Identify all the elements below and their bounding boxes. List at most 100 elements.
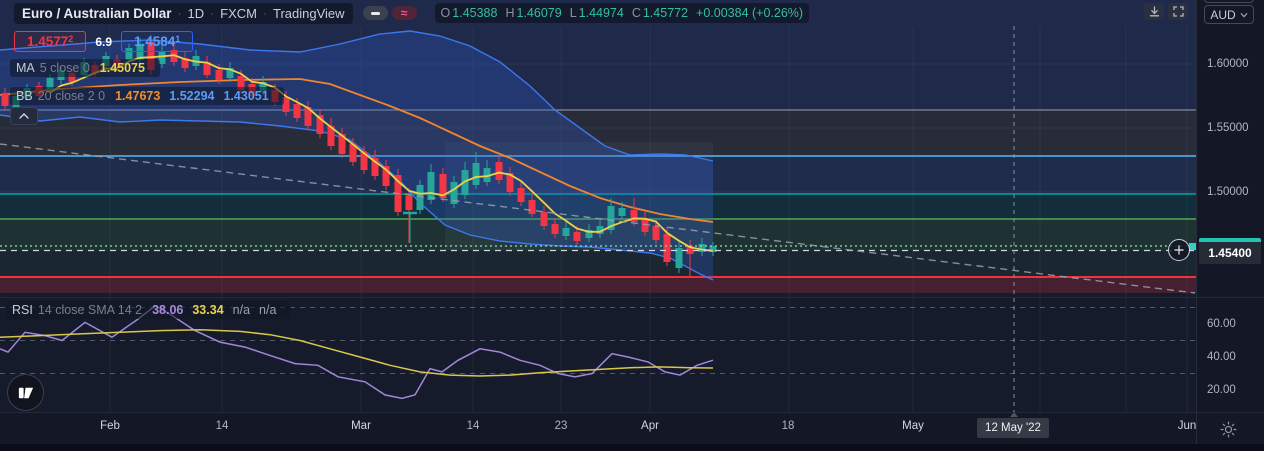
price-tick: 1.55000 [1207,122,1249,134]
ohlc-readout: O 1.45388 H 1.46079 L 1.44974 C 1.45772 +0.0… [434,3,810,23]
ma-params: 5 close 0 [39,61,90,75]
price-zone [0,110,1196,156]
chevron-up-icon [19,113,29,119]
time-tick: 18 [781,420,795,432]
price-zone [0,193,1196,219]
time-tick: Jun [1177,420,1197,432]
wave-toggle-button[interactable]: ≈ [391,6,417,20]
toggle-pill-button[interactable] [362,6,388,20]
line-handle[interactable] [1189,243,1196,250]
high-label: H [505,6,515,20]
chevron-down-icon [1240,12,1248,18]
rsi-params: 14 close SMA 14 2 [37,303,143,317]
rsi-indicator-row[interactable]: RSI 14 close SMA 14 2 38.06 33.34 n/a n/… [6,301,292,319]
bb-lower-line [0,114,714,281]
sell-price-button[interactable]: 1.4577 2 [14,31,87,52]
add-order-plus-button[interactable] [1168,239,1190,261]
trendline [0,143,1196,294]
bb-indicator-row[interactable]: BB 20 close 2 0 1.47673 1.52294 1.43051 [10,87,284,105]
exchange-label[interactable]: FXCM [220,6,257,21]
download-button[interactable] [1144,3,1164,20]
open-value: 1.45388 [452,6,498,20]
bid-sup-digit: 2 [68,34,74,44]
change-readout: +0.00384 (+0.26%) [696,6,804,20]
separator-dot: · [210,6,215,20]
brand-label: TradingView [273,5,345,21]
time-axis[interactable]: Feb 14 Mar 14 23 Apr 18 May 12 May '22 Jun [0,412,1196,444]
crosshair-date-label: 12 May '22 [977,418,1049,438]
separator-dot: · [177,6,182,20]
currency-label: AUD [1210,7,1236,22]
chart-header: Euro / Australian Dollar · 1D · FXCM · T… [0,0,810,26]
bid-value: 1.4577 [27,34,69,49]
time-tick: 23 [554,420,568,432]
close-label: C [631,6,641,20]
tradingview-chart-window: Euro / Australian Dollar · 1D · FXCM · T… [0,0,1264,451]
rsi-sma-line [0,329,714,377]
ask-value: 1.4584 [134,34,176,49]
spread-value: 6.9 [95,34,112,49]
price-tick: 1.60000 [1207,58,1249,70]
separator-dot: · [263,6,267,20]
open-label: O [440,6,451,20]
time-tick: May [902,420,924,432]
bb-basis-value: 1.47673 [115,89,161,103]
rsi-indicator-label[interactable]: RSI [12,303,33,317]
fullscreen-button[interactable] [1168,3,1188,20]
time-tick: Mar [351,420,371,432]
low-label: L [569,6,577,20]
chart-area[interactable]: Euro / Australian Dollar · 1D · FXCM · T… [0,0,1196,412]
plus-icon [1174,245,1184,255]
rsi-line [0,305,714,400]
rsi-tick: 40.00 [1207,351,1236,363]
axis-divider [0,412,1264,413]
bb-indicator-label[interactable]: BB [16,89,33,103]
symbol-header-group: Euro / Australian Dollar · 1D · FXCM · T… [14,2,353,24]
currency-selector-button[interactable]: AUD [1204,5,1254,24]
rsi-sma-value: 33.34 [192,303,224,317]
partial-button [1204,0,1254,3]
rsi-na-value: n/a [232,303,251,317]
interval-label[interactable]: 1D [188,6,205,21]
quote-row: 1.4577 2 6.9 1.4584 1 [14,31,194,52]
time-tick: 14 [466,420,480,432]
tradingview-logo[interactable] [7,374,44,411]
price-tick: 1.50000 [1207,186,1249,198]
rsi-tick: 20.00 [1207,384,1236,396]
time-tick: Feb [100,420,120,432]
fullscreen-icon [1172,6,1184,17]
high-value: 1.46079 [516,6,562,20]
rsi-value: 38.06 [152,303,184,317]
bb-lower-value: 1.43051 [223,89,269,103]
buy-price-button[interactable]: 1.4584 1 [121,31,194,52]
ask-sup-digit: 1 [175,34,181,44]
bb-params: 20 close 2 0 [37,89,106,103]
minus-icon [370,11,380,15]
collapse-indicators-button[interactable] [10,107,38,125]
ma-indicator-label[interactable]: MA [16,61,35,75]
ma-value: 1.45075 [99,61,145,75]
last-price-value: 1.45400 [1208,245,1252,260]
price-chart-canvas [0,0,1196,412]
tv-logo-icon [18,387,34,399]
price-zone [0,250,1196,278]
price-axis[interactable]: AUD 1.60000 1.55000 1.50000 60.00 40.00 20.00… [1196,0,1264,444]
price-zone [0,155,1196,194]
wave-icon: ≈ [400,6,408,20]
bottom-strip [0,444,1264,451]
time-tick: Apr [641,420,659,432]
low-value: 1.44974 [578,6,624,20]
symbol-title[interactable]: Euro / Australian Dollar [22,6,172,21]
ma-indicator-row[interactable]: MA 5 close 0 1.45075 [10,59,160,77]
last-price-label: 1.45400 [1199,237,1261,264]
price-zone [0,218,1196,251]
bb-upper-value: 1.52294 [169,89,215,103]
rsi-na-value-2: n/a [259,303,277,317]
drawn-box [445,142,713,251]
pane-divider[interactable] [0,297,1264,298]
chart-corner-buttons [1144,3,1188,20]
time-tick: 14 [215,420,229,432]
rsi-tick: 60.00 [1207,318,1236,330]
price-zone [0,277,1196,294]
ma5-line [49,54,714,252]
